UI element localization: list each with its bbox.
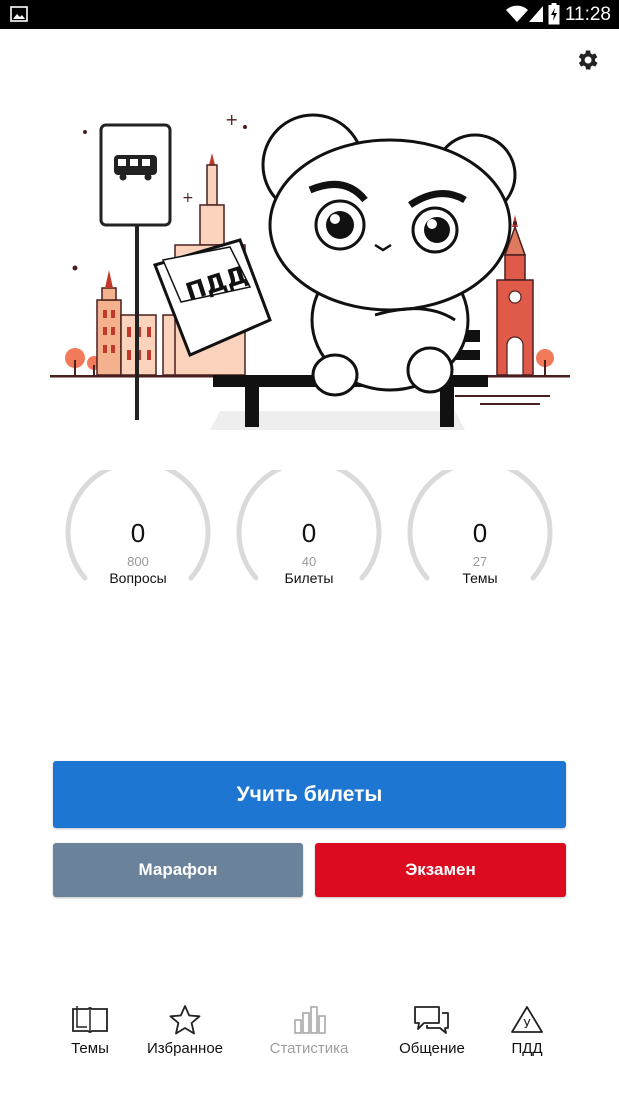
gauge-total: 800 <box>127 554 149 569</box>
gauge-value: 0 <box>301 518 317 548</box>
nav-item-topics[interactable]: Темы <box>35 995 145 1057</box>
nav-item-favorites[interactable]: Избранное <box>130 995 240 1057</box>
svg-text:+: + <box>182 190 194 206</box>
exam-button[interactable]: Экзамен <box>315 843 566 897</box>
stats-panel: 0 800 Вопросы 0 40 Билеты 0 27 Темы <box>0 470 619 600</box>
bar-chart-icon <box>294 1006 326 1034</box>
battery-charging-icon <box>548 3 560 25</box>
status-bar: 11:28 <box>0 0 619 29</box>
svg-text:+: + <box>225 110 238 129</box>
nav-item-pdd[interactable]: У ПДД <box>472 995 582 1057</box>
gauge-total: 27 <box>472 554 488 569</box>
clock: 11:28 <box>564 4 611 25</box>
cell-signal-icon <box>529 6 543 22</box>
gauge-value: 0 <box>472 518 488 548</box>
book-icon <box>72 1006 108 1033</box>
chat-icon <box>414 1006 449 1034</box>
road-sign-icon: У <box>511 1006 543 1033</box>
marathon-button[interactable]: Марафон <box>53 843 303 897</box>
gauge-tickets[interactable]: 0 40 Билеты <box>234 470 384 595</box>
gear-icon[interactable] <box>574 47 600 73</box>
hero-illustration: + + ПДД <box>50 110 570 430</box>
nav-label: Общение <box>399 1040 465 1057</box>
gallery-notification-icon <box>10 6 28 22</box>
nav-item-chat[interactable]: Общение <box>377 995 487 1057</box>
gauge-questions[interactable]: 0 800 Вопросы <box>63 470 213 595</box>
gauge-label: Вопросы <box>109 570 167 586</box>
nav-label: Темы <box>71 1040 109 1057</box>
learn-tickets-button[interactable]: Учить билеты <box>53 761 566 828</box>
nav-label: ПДД <box>511 1040 543 1057</box>
nav-item-statistics[interactable]: Статистика <box>254 995 364 1057</box>
nav-label: Статистика <box>269 1040 349 1057</box>
gauge-label: Билеты <box>284 570 334 586</box>
nav-label: Избранное <box>146 1040 224 1057</box>
star-icon <box>169 1005 201 1035</box>
wifi-icon <box>506 5 528 22</box>
gauge-value: 0 <box>130 518 146 548</box>
road-sign-letter: У <box>523 1017 531 1031</box>
gauge-total: 40 <box>301 554 317 569</box>
gauge-label: Темы <box>462 570 498 586</box>
bottom-navigation: Темы Избранное Статистика Общение У ПДД <box>0 995 619 1075</box>
gauge-topics[interactable]: 0 27 Темы <box>405 470 555 595</box>
